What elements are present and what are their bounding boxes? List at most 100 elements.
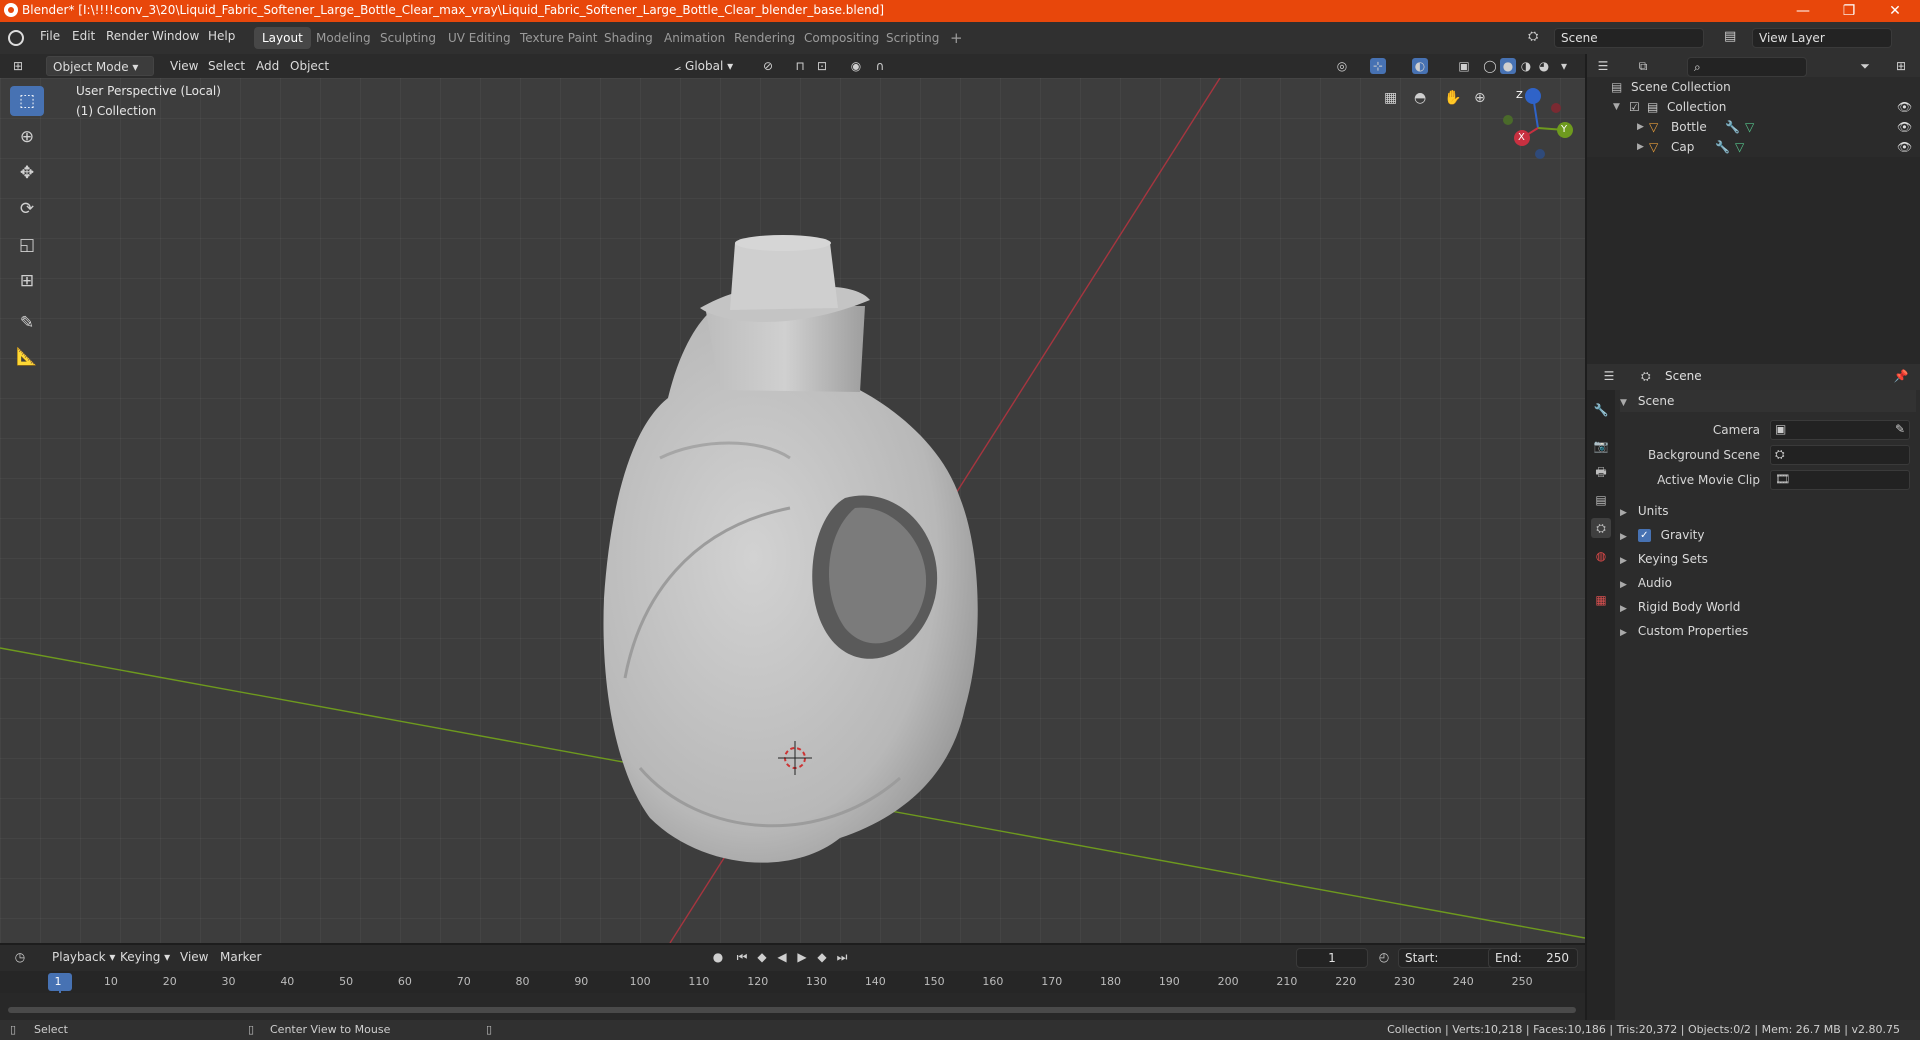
outliner-search-input[interactable]: ⌕ bbox=[1687, 57, 1807, 77]
gizmo-z-icon[interactable] bbox=[1525, 88, 1541, 104]
eye-icon[interactable]: 👁 bbox=[1897, 137, 1912, 157]
menu-object[interactable]: Object bbox=[284, 56, 335, 76]
3d-viewport[interactable]: User Perspective (Local) (1) Collection … bbox=[0, 78, 1585, 943]
current-frame-field[interactable]: 1 bbox=[1296, 948, 1368, 968]
tab-animation[interactable]: Animation bbox=[656, 27, 733, 49]
mesh-data-icon[interactable]: ▽ bbox=[1745, 117, 1754, 137]
keying-sets-panel[interactable]: ▶ Keying Sets bbox=[1620, 548, 1916, 570]
menu-edit[interactable]: Edit bbox=[66, 29, 101, 43]
pan-hand-icon[interactable]: ✋ bbox=[1444, 90, 1464, 110]
prev-keyframe-icon[interactable]: ◆ bbox=[754, 949, 770, 965]
rendered-shading-icon[interactable]: ◕ bbox=[1536, 58, 1552, 74]
outliner-row-scene-collection[interactable]: ▤ Scene Collection bbox=[1587, 77, 1920, 97]
rotate-tool-icon[interactable]: ⟳ bbox=[10, 194, 44, 224]
tab-uv-editing[interactable]: UV Editing bbox=[440, 27, 519, 49]
eye-icon[interactable]: 👁 bbox=[1897, 117, 1912, 137]
camera-view-icon[interactable]: ◓ bbox=[1414, 90, 1434, 110]
menu-select[interactable]: Select bbox=[202, 56, 251, 76]
timeline-editor-type-icon[interactable]: ◷ bbox=[12, 949, 28, 965]
transform-tool-icon[interactable]: ⊞ bbox=[10, 266, 44, 296]
editor-type-icon[interactable]: ⊞ bbox=[10, 58, 26, 74]
properties-editor-type-icon[interactable]: ☰ bbox=[1601, 368, 1617, 384]
scene-panel-header[interactable]: ▼ Scene bbox=[1620, 390, 1916, 412]
view-layer-tab-icon[interactable]: ▤ bbox=[1591, 490, 1611, 510]
auto-keying-clock-icon[interactable]: ◴ bbox=[1376, 949, 1392, 965]
record-icon[interactable]: ● bbox=[710, 949, 726, 965]
modifier-wrench-icon[interactable]: 🔧 bbox=[1715, 137, 1730, 157]
shading-options-icon[interactable]: ▾ bbox=[1556, 58, 1572, 74]
background-scene-field[interactable]: ⛭ bbox=[1770, 445, 1910, 465]
outliner-row-collection[interactable]: ▼ ☑ ▤ Collection 👁 bbox=[1587, 97, 1920, 117]
jump-end-icon[interactable]: ⏭ bbox=[834, 949, 850, 965]
mode-dropdown[interactable]: Object Mode ▾ bbox=[46, 56, 154, 76]
tab-scripting[interactable]: Scripting bbox=[878, 27, 947, 49]
expand-arrow-icon[interactable]: ▶ bbox=[1637, 137, 1644, 157]
modifier-wrench-icon[interactable]: 🔧 bbox=[1725, 117, 1740, 137]
play-icon[interactable]: ▶ bbox=[794, 949, 810, 965]
visibility-icon[interactable]: ◎ bbox=[1334, 58, 1350, 74]
tab-texture-paint[interactable]: Texture Paint bbox=[512, 27, 605, 49]
scene-tab-icon[interactable]: ⛭ bbox=[1591, 518, 1611, 538]
toggle-camera-icon[interactable]: ▦ bbox=[1384, 90, 1404, 110]
restore-button[interactable]: ❐ bbox=[1826, 0, 1872, 22]
end-frame-field[interactable]: End: 250 bbox=[1488, 948, 1578, 968]
audio-panel[interactable]: ▶ Audio bbox=[1620, 572, 1916, 594]
outliner-row-bottle[interactable]: ▶ ▽ Bottle 🔧 ▽ 👁 bbox=[1587, 117, 1920, 137]
scene-browse-icon[interactable]: ⛭ bbox=[1528, 29, 1548, 47]
tool-tab-icon[interactable]: 🔧 bbox=[1591, 400, 1611, 420]
move-tool-icon[interactable]: ✥ bbox=[10, 158, 44, 188]
snap-icon[interactable]: ⊓ bbox=[792, 58, 808, 74]
gravity-panel[interactable]: ▶ ✓ Gravity bbox=[1620, 524, 1916, 546]
render-tab-icon[interactable]: 📷 bbox=[1591, 436, 1611, 456]
collapse-arrow-icon[interactable]: ▼ bbox=[1613, 97, 1620, 117]
checkbox-icon[interactable]: ☑ bbox=[1629, 97, 1640, 117]
new-collection-icon[interactable]: ⊞ bbox=[1893, 58, 1909, 74]
tab-rendering[interactable]: Rendering bbox=[726, 27, 803, 49]
bottle-model[interactable] bbox=[603, 235, 978, 863]
units-panel[interactable]: ▶ Units bbox=[1620, 500, 1916, 522]
view-layer-selector[interactable]: View Layer bbox=[1752, 28, 1892, 48]
menu-add[interactable]: Add bbox=[250, 56, 285, 76]
menu-playback[interactable]: Playback ▾ bbox=[46, 947, 121, 967]
falloff-icon[interactable]: ∩ bbox=[872, 58, 888, 74]
filter-icon[interactable]: ⏷ bbox=[1857, 58, 1873, 74]
pivot-icon[interactable]: ⊘ bbox=[760, 58, 776, 74]
material-shading-icon[interactable]: ◑ bbox=[1518, 58, 1534, 74]
rigid-body-world-panel[interactable]: ▶ Rigid Body World bbox=[1620, 596, 1916, 618]
tab-modeling[interactable]: Modeling bbox=[308, 27, 379, 49]
world-tab-icon[interactable]: ◍ bbox=[1591, 546, 1611, 566]
menu-help[interactable]: Help bbox=[202, 29, 241, 43]
menu-marker[interactable]: Marker bbox=[214, 947, 267, 967]
menu-keying[interactable]: Keying ▾ bbox=[114, 947, 176, 967]
transform-orientation-dropdown[interactable]: ⦟ Global ▾ bbox=[668, 56, 739, 76]
proportional-edit-icon[interactable]: ◉ bbox=[848, 58, 864, 74]
outliner-row-cap[interactable]: ▶ ▽ Cap 🔧 ▽ 👁 bbox=[1587, 137, 1920, 157]
overlay-toggle-icon[interactable]: ◐ bbox=[1412, 58, 1428, 74]
mesh-data-icon[interactable]: ▽ bbox=[1735, 137, 1744, 157]
outliner-editor-type-icon[interactable]: ☰ bbox=[1595, 58, 1611, 74]
close-button[interactable]: ✕ bbox=[1872, 0, 1918, 22]
custom-properties-panel[interactable]: ▶ Custom Properties bbox=[1620, 620, 1916, 642]
wireframe-shading-icon[interactable]: ◯ bbox=[1482, 58, 1498, 74]
scene-selector[interactable]: Scene bbox=[1554, 28, 1704, 48]
gravity-checkbox[interactable]: ✓ bbox=[1637, 529, 1651, 542]
add-workspace-button[interactable]: + bbox=[942, 27, 971, 49]
measure-tool-icon[interactable]: 📐 bbox=[10, 342, 44, 372]
minimize-button[interactable]: — bbox=[1780, 0, 1826, 22]
active-movie-clip-field[interactable]: 🎞 bbox=[1770, 470, 1910, 490]
snap-target-icon[interactable]: ⊡ bbox=[814, 58, 830, 74]
tab-layout[interactable]: Layout bbox=[254, 27, 311, 49]
blender-menu-icon[interactable] bbox=[8, 30, 24, 46]
menu-view[interactable]: View bbox=[164, 56, 204, 76]
output-tab-icon[interactable]: 🖶 bbox=[1591, 462, 1611, 482]
scale-tool-icon[interactable]: ◱ bbox=[10, 230, 44, 260]
display-mode-icon[interactable]: ⧉ bbox=[1635, 58, 1651, 74]
eyedropper-icon[interactable]: ✎ bbox=[1895, 422, 1905, 436]
pin-icon[interactable]: 📌 bbox=[1893, 368, 1909, 384]
play-reverse-icon[interactable]: ◀ bbox=[774, 949, 790, 965]
tab-shading[interactable]: Shading bbox=[596, 27, 661, 49]
eye-icon[interactable]: 👁 bbox=[1897, 97, 1912, 117]
menu-file[interactable]: File bbox=[34, 29, 66, 43]
view-layer-icon[interactable]: ▤ bbox=[1724, 29, 1744, 47]
timeline-scrollbar[interactable] bbox=[8, 1007, 1576, 1013]
